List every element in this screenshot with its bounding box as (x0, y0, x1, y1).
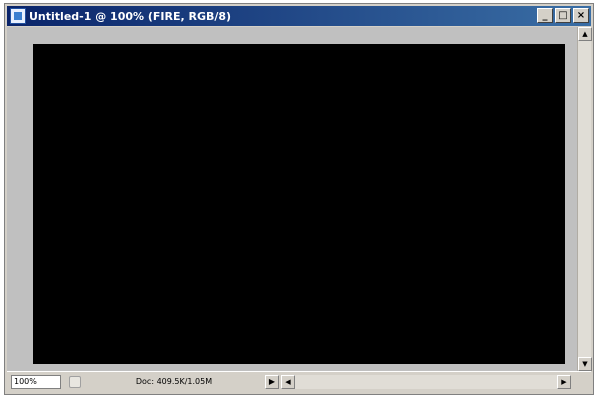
scroll-right-button[interactable]: ▶ (557, 375, 571, 389)
window-controls: _ □ × (537, 8, 589, 23)
status-indicator-icon (69, 376, 81, 388)
close-button[interactable]: × (573, 8, 589, 23)
document-window: Untitled-1 @ 100% (FIRE, RGB/8) _ □ × ▲ … (4, 3, 594, 395)
zoom-level-field[interactable]: 100% (11, 375, 61, 389)
window-title: Untitled-1 @ 100% (FIRE, RGB/8) (29, 9, 232, 23)
document-area (7, 27, 579, 371)
doc-size-info: Doc: 409.5K/1.05M (135, 377, 213, 386)
document-icon[interactable] (10, 8, 26, 24)
scroll-down-button[interactable]: ▼ (578, 357, 592, 371)
maximize-button[interactable]: □ (555, 8, 571, 23)
title-bar[interactable]: Untitled-1 @ 100% (FIRE, RGB/8) _ □ × (7, 6, 591, 26)
minimize-button[interactable]: _ (537, 8, 553, 23)
scroll-up-button[interactable]: ▲ (578, 27, 592, 41)
resize-grip[interactable] (577, 378, 591, 392)
horizontal-scrollbar[interactable]: ◀ ▶ (281, 375, 571, 389)
status-menu-arrow-button[interactable]: ▶ (265, 375, 279, 389)
scroll-left-button[interactable]: ◀ (281, 375, 295, 389)
vertical-scrollbar[interactable]: ▲ ▼ (577, 27, 592, 371)
status-bar: 100% Doc: 409.5K/1.05M ▶ ◀ ▶ (7, 371, 591, 392)
image-canvas[interactable] (33, 44, 565, 364)
